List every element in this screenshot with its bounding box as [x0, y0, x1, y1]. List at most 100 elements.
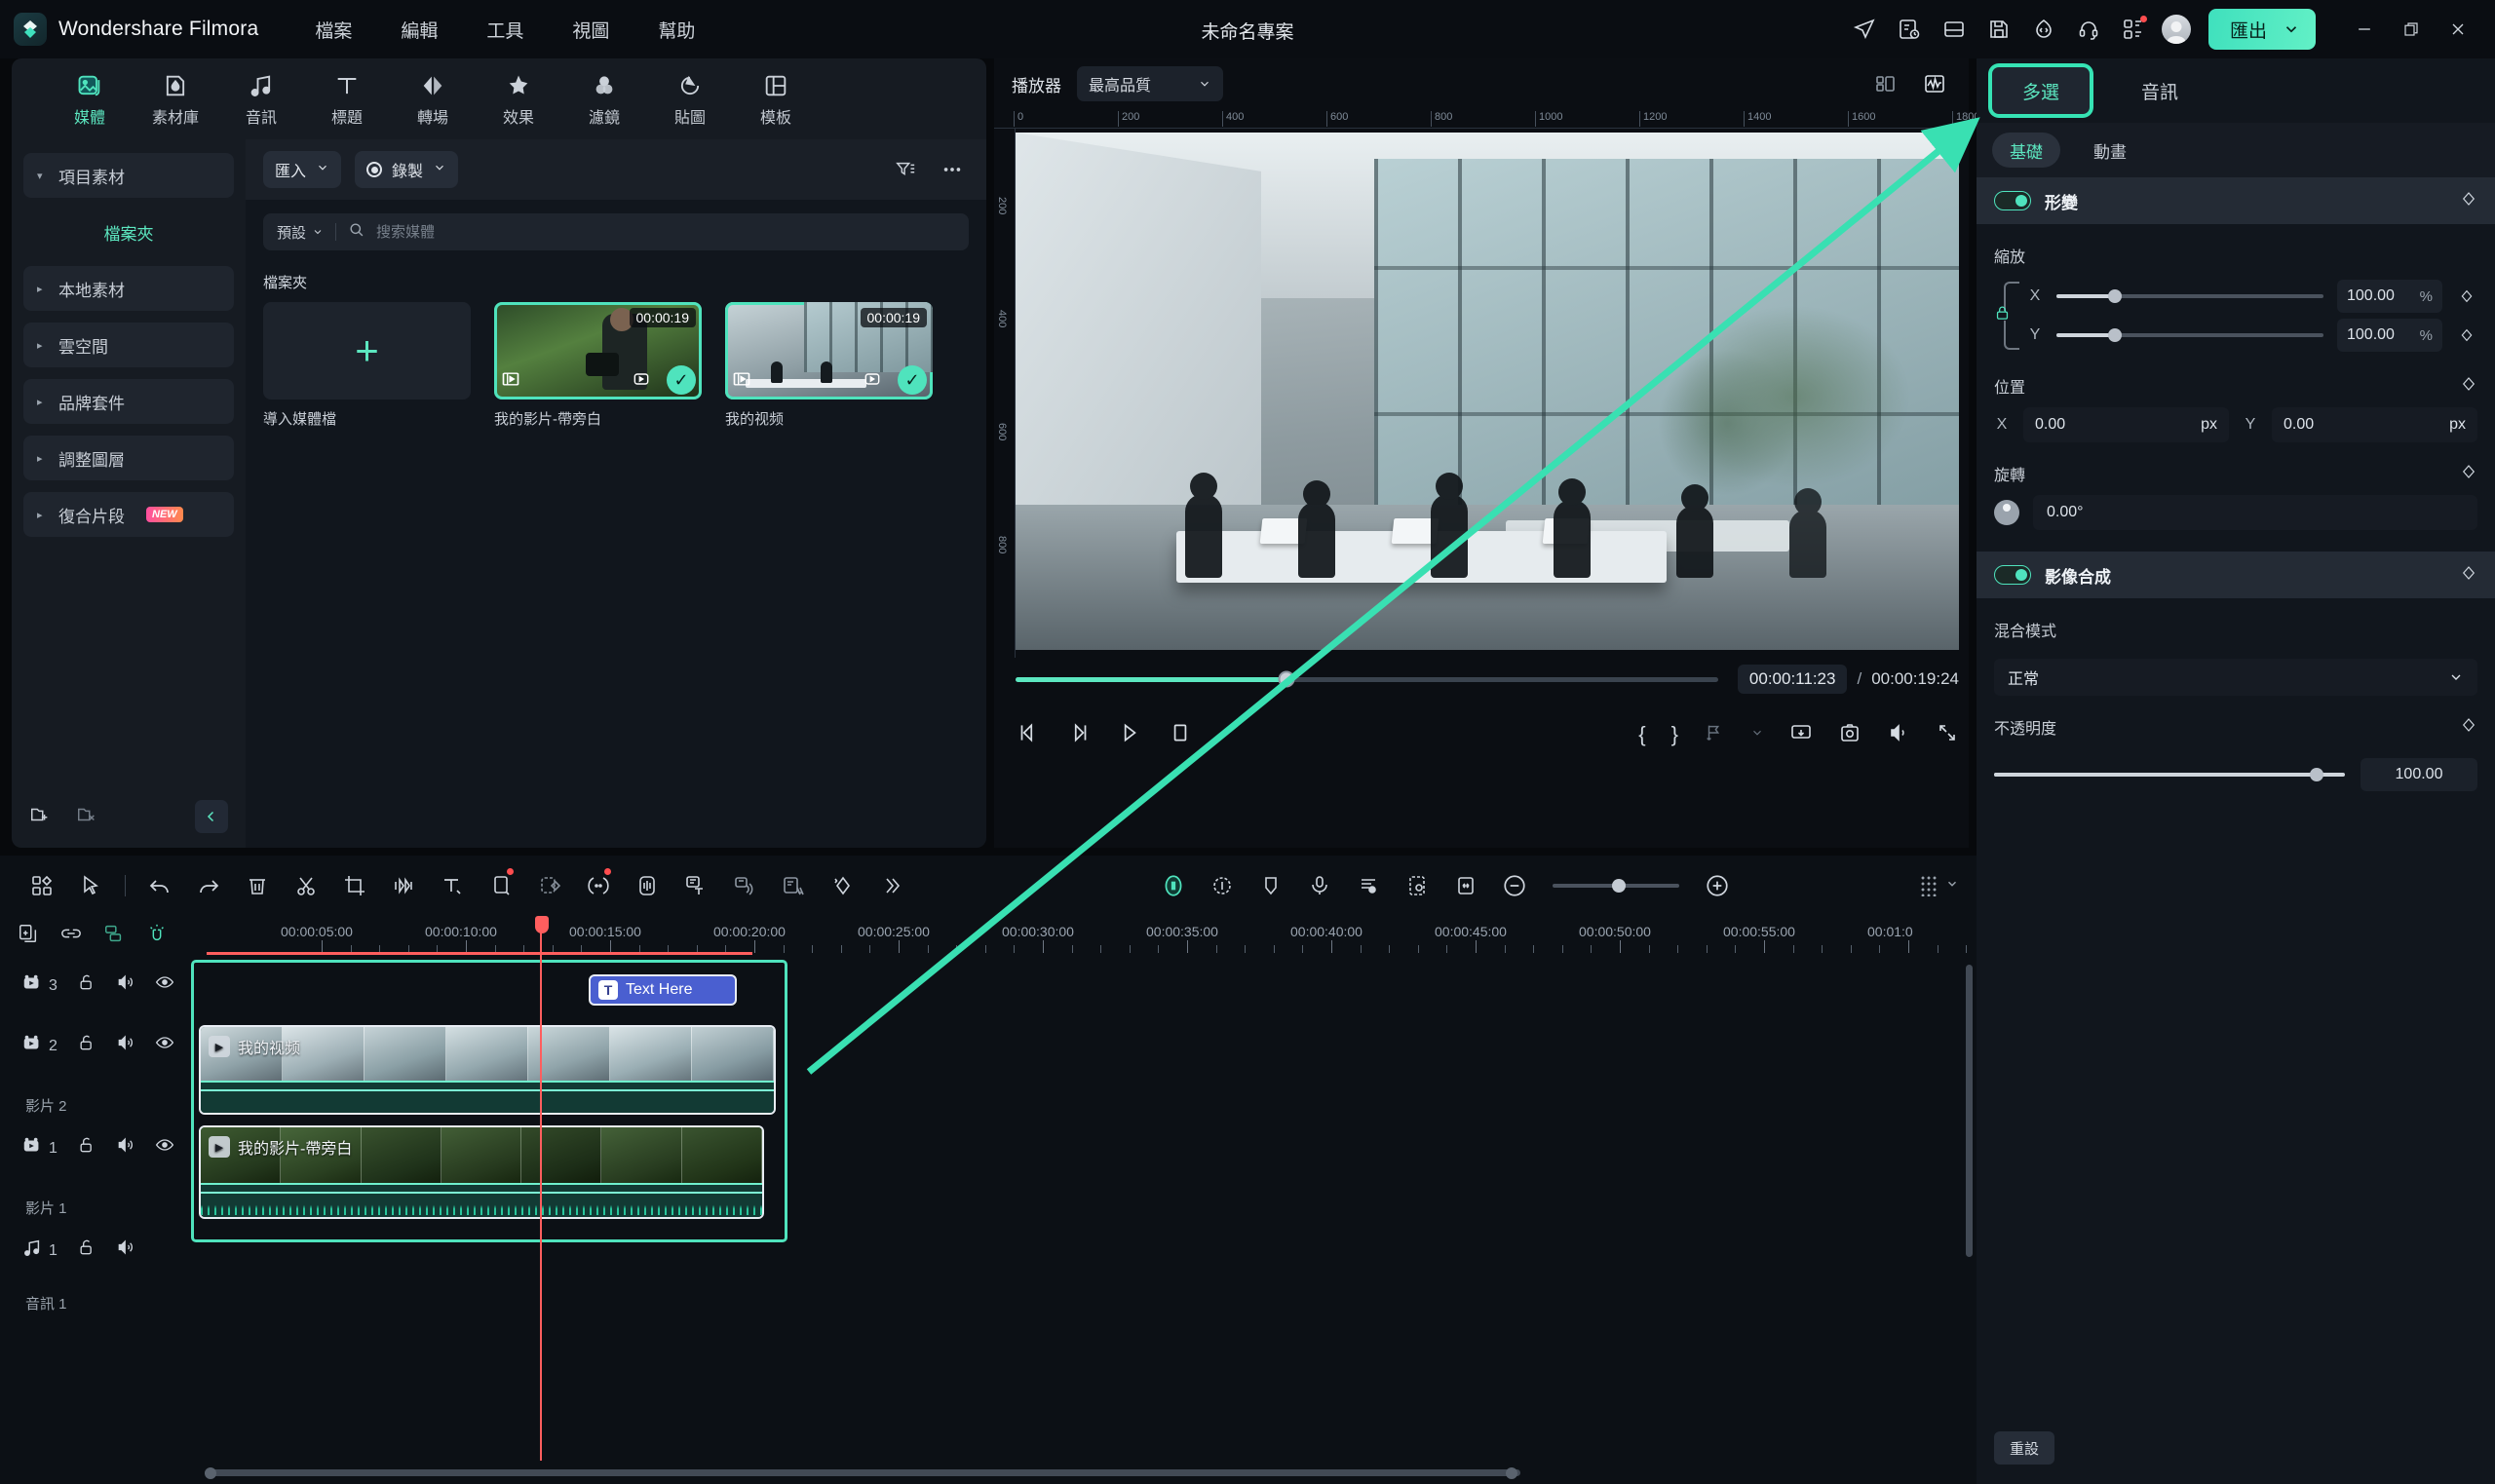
magnet-snap-icon[interactable]	[146, 923, 168, 949]
chevron-down-icon[interactable]	[1945, 877, 1959, 895]
menu-item-help[interactable]: 幫助	[658, 17, 695, 43]
opacity-value[interactable]: 100.00	[2361, 758, 2477, 791]
timeline-horizontal-scrollbar[interactable]	[205, 1469, 1520, 1476]
sidebar-item-project-media[interactable]: ▾ 項目素材	[23, 153, 234, 198]
zoom-slider[interactable]	[1553, 879, 1679, 893]
tab-filters[interactable]: 濾鏡	[561, 70, 647, 128]
minimize-button[interactable]	[2341, 6, 2388, 53]
add-text-icon[interactable]	[428, 864, 477, 907]
sidebar-item-brand-kit[interactable]: ▸ 品牌套件	[23, 379, 234, 424]
tab-template[interactable]: 模板	[733, 70, 819, 128]
sidebar-item-local-media[interactable]: ▸ 本地素材	[23, 266, 234, 311]
link-track-icon[interactable]	[60, 923, 82, 949]
eye-icon[interactable]	[155, 1135, 174, 1160]
stop-icon[interactable]	[1168, 720, 1193, 750]
clip-text[interactable]: T Text Here	[589, 974, 737, 1006]
seek-bar[interactable]	[1016, 670, 1718, 688]
next-frame-icon[interactable]	[1066, 720, 1092, 750]
preview-stage[interactable]	[1016, 133, 1959, 650]
speech-to-text-icon[interactable]	[672, 864, 720, 907]
auto-reframe-icon[interactable]	[1198, 864, 1247, 907]
track-lane-2[interactable]: ▶ 我的视频	[195, 1019, 1977, 1122]
mute-icon[interactable]	[116, 1135, 135, 1160]
tab-title[interactable]: 標題	[304, 70, 390, 128]
seek-knob[interactable]	[1278, 670, 1295, 688]
copy-track-icon[interactable]	[18, 923, 39, 949]
track-lane-3[interactable]: T Text Here	[195, 959, 1977, 1019]
collapse-panel-icon[interactable]	[195, 800, 228, 833]
unlock-icon[interactable]	[77, 972, 96, 997]
marker-icon[interactable]	[1247, 864, 1295, 907]
layout-icon[interactable]	[1932, 7, 1977, 52]
track-grid-icon[interactable]	[1920, 875, 1938, 896]
unlock-icon[interactable]	[77, 1237, 96, 1262]
headset-support-icon[interactable]	[2066, 7, 2111, 52]
close-button[interactable]	[2435, 6, 2481, 53]
play-icon[interactable]: ▶	[209, 1036, 230, 1057]
rotation-dial[interactable]	[1994, 500, 2019, 525]
track-lane-audio-1[interactable]	[195, 1224, 1977, 1292]
scroll-right-cap[interactable]	[1506, 1467, 1517, 1479]
voiceover-icon[interactable]	[1295, 864, 1344, 907]
scale-y-slider[interactable]	[2056, 328, 2323, 342]
mask-icon[interactable]	[525, 864, 574, 907]
tab-multi-select[interactable]: 多選	[1992, 67, 2090, 114]
media-thumbnail[interactable]: 00:00:19 ✓	[725, 302, 933, 400]
current-time[interactable]: 00:00:11:23	[1737, 665, 1848, 694]
fit-icon[interactable]	[1441, 864, 1490, 907]
chevron-down-icon[interactable]	[433, 161, 446, 179]
tab-audio[interactable]: 音訊	[218, 70, 304, 128]
tab-stock-library[interactable]: 素材庫	[133, 70, 218, 128]
search-input[interactable]	[376, 223, 955, 241]
eye-icon[interactable]	[155, 972, 174, 997]
compositing-toggle[interactable]	[1994, 565, 2031, 585]
select-cursor-icon[interactable]	[66, 864, 115, 907]
media-group-icon[interactable]	[18, 864, 66, 907]
menu-item-file[interactable]: 檔案	[315, 17, 352, 43]
keyframe-diamond-icon[interactable]	[2456, 327, 2477, 343]
tab-stickers[interactable]: 貼圖	[647, 70, 733, 128]
motion-tracking-icon[interactable]	[574, 864, 623, 907]
render-preview-icon[interactable]	[1789, 721, 1813, 749]
history-icon[interactable]	[1887, 7, 1932, 52]
keyframe-diamond-icon[interactable]	[2460, 463, 2477, 485]
sidebar-item-adjustment-layer[interactable]: ▸ 調整圖層	[23, 436, 234, 480]
rotation-value[interactable]: 0.00°	[2033, 495, 2477, 530]
mark-in-button[interactable]: {	[1638, 722, 1645, 747]
transform-toggle[interactable]	[1994, 191, 2031, 210]
play-icon[interactable]	[1117, 720, 1142, 750]
keyframe-diamond-icon[interactable]	[2460, 564, 2477, 587]
undo-icon[interactable]	[135, 864, 184, 907]
position-x-field[interactable]: 0.00 px	[2023, 407, 2229, 442]
menu-item-edit[interactable]: 編輯	[401, 17, 438, 43]
subtab-basic[interactable]: 基礎	[1992, 133, 2060, 168]
media-thumbnail[interactable]: 00:00:19 ✓	[494, 302, 702, 400]
preset-dropdown[interactable]: 預設	[277, 222, 324, 243]
keyframe-diamond-icon[interactable]	[2460, 190, 2477, 212]
timeline-ruler[interactable]: 00:00:05:00 00:00:10:00 00:00:15:00 00:00:2…	[195, 916, 1977, 955]
snapshot-icon[interactable]	[1838, 721, 1862, 749]
marker-icon[interactable]	[1704, 722, 1725, 748]
quality-dropdown[interactable]: 最高品質	[1077, 66, 1223, 101]
delete-folder-icon[interactable]	[76, 804, 97, 830]
preview-icon[interactable]	[632, 369, 651, 394]
volume-icon[interactable]	[1887, 721, 1910, 749]
save-icon[interactable]	[1977, 7, 2021, 52]
split-view-icon[interactable]	[1869, 67, 1902, 100]
user-avatar[interactable]	[2161, 15, 2191, 44]
timeline-vertical-scrollbar[interactable]	[1966, 965, 1973, 1257]
sidebar-item-cloud[interactable]: ▸ 雲空間	[23, 323, 234, 367]
text-to-speech-icon[interactable]	[720, 864, 769, 907]
reset-button[interactable]: 重設	[1994, 1431, 2055, 1465]
mute-icon[interactable]	[116, 972, 135, 997]
preview-icon[interactable]	[863, 369, 882, 394]
scale-x-slider[interactable]	[2056, 289, 2323, 303]
freeze-frame-icon[interactable]	[1393, 864, 1441, 907]
playhead-handle[interactable]	[535, 916, 549, 933]
chevron-down-icon[interactable]	[316, 161, 329, 179]
auto-subtitle-icon[interactable]	[769, 864, 818, 907]
waveform-scope-icon[interactable]	[1918, 67, 1951, 100]
mute-icon[interactable]	[116, 1237, 135, 1262]
new-folder-icon[interactable]	[29, 804, 51, 830]
prev-frame-icon[interactable]	[1016, 720, 1041, 750]
